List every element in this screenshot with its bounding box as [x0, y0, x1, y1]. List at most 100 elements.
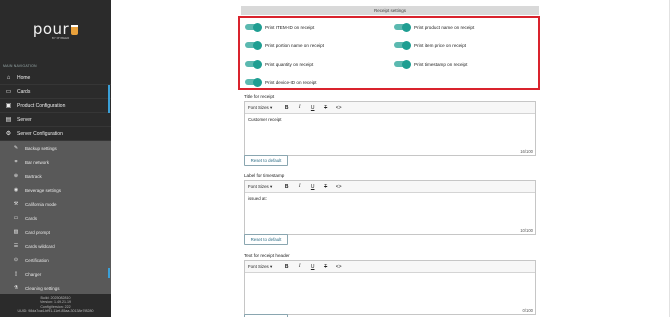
bold-button[interactable]: B: [280, 264, 293, 270]
sidebar-subitem-card-prompt[interactable]: ▨ Card prompt: [0, 225, 111, 239]
sidebar-item-cards[interactable]: ▭ Cards: [0, 85, 111, 99]
sidebar-item-product-configuration[interactable]: ▣ Product Configuration: [0, 99, 111, 113]
toggle-switch[interactable]: [245, 22, 262, 32]
sidebar-subitem-label: Card prompt: [25, 229, 51, 235]
sidebar-subitem-bar-network[interactable]: ⌗ Bar network: [0, 155, 111, 169]
toggle-label: Print portion name on receipt: [265, 42, 324, 48]
sidebar-item-label: Server: [17, 116, 32, 123]
sidebar-item-label: Home: [17, 74, 31, 81]
toggle-row-device-id[interactable]: Print device-ID on receipt: [245, 77, 317, 87]
toggle-row-quantity[interactable]: Print quantity on receipt: [245, 59, 314, 69]
sidebar-subitem-bartrack[interactable]: ⊕ Bartrack: [0, 169, 111, 183]
font-sizes-dropdown[interactable]: Font Sizes ▾: [248, 184, 272, 190]
toggle-row-timestamp[interactable]: Print timestamp on receipt: [394, 59, 468, 69]
toggle-switch[interactable]: [245, 40, 262, 50]
logo-word: pour: [32, 19, 70, 38]
toggle-switch[interactable]: [245, 59, 262, 69]
main-content: Receipt settings Print ITEM-ID on receip…: [111, 0, 670, 317]
home-icon: ⌂: [6, 74, 11, 81]
underline-button[interactable]: U: [306, 264, 319, 270]
sidebar: pour BY MYBEER MAIN NAVIGATION ⌂ Home ▭ …: [0, 0, 111, 317]
charger-icon: ▯: [14, 271, 18, 277]
sidebar-subitem-cards[interactable]: ▭ Cards: [0, 211, 111, 225]
pour-logo[interactable]: pour BY MYBEER: [0, 0, 111, 58]
italic-button[interactable]: I: [293, 184, 306, 189]
sidebar-subitem-label: Bartrack: [25, 173, 42, 179]
toggle-switch[interactable]: [394, 22, 411, 32]
label-for-timestamp-label: Label for timestamp: [244, 173, 285, 178]
sidebar-subitem-label: Backup settings: [25, 145, 57, 151]
italic-button[interactable]: I: [293, 264, 306, 269]
text-for-receipt-header-editor[interactable]: Font Sizes ▾ B I U T <> 0/100: [244, 260, 536, 315]
cleaning-icon: ⚗: [13, 285, 19, 291]
text-for-receipt-header-label: Text for receipt header: [244, 253, 290, 258]
sidebar-subitem-cleaning-settings[interactable]: ⚗ Cleaning settings: [0, 281, 111, 295]
toggle-row-item-id[interactable]: Print ITEM-ID on receipt: [245, 22, 315, 32]
editor-content[interactable]: issued at:: [245, 193, 535, 204]
bold-button[interactable]: B: [280, 184, 293, 190]
card-icon: ▭: [5, 89, 12, 95]
receipt-settings-heading: Receipt settings: [241, 6, 539, 15]
font-sizes-dropdown[interactable]: Font Sizes ▾: [248, 105, 272, 111]
sidebar-subitem-label: Cards: [25, 215, 38, 221]
editor-toolbar: Font Sizes ▾ B I U T <>: [245, 261, 535, 273]
nav-section-label: MAIN NAVIGATION: [3, 64, 37, 68]
sidebar-subitem-beverage-settings[interactable]: ◉ Beverage settings: [0, 183, 111, 197]
toggle-label: Print ITEM-ID on receipt: [265, 24, 315, 30]
editor-content[interactable]: Customer receipt: [245, 114, 535, 125]
toggle-label: Print device-ID on receipt: [265, 79, 317, 85]
toggle-label: Print timestamp on receipt: [414, 61, 468, 67]
bold-button[interactable]: B: [280, 105, 293, 111]
sidebar-item-server-configuration[interactable]: ⚙ Server Configuration: [0, 127, 111, 141]
underline-button[interactable]: U: [306, 105, 319, 111]
font-sizes-dropdown[interactable]: Font Sizes ▾: [248, 264, 272, 270]
toggle-row-portion-name[interactable]: Print portion name on receipt: [245, 40, 324, 50]
toggle-label: Print item price on receipt: [414, 42, 467, 48]
server-configuration-submenu: ✎ Backup settings ⌗ Bar network ⊕ Bartrack …: [0, 141, 111, 294]
prompt-icon: ▨: [13, 229, 19, 235]
editor-toolbar: Font Sizes ▾ B I U T <>: [245, 181, 535, 193]
toggle-row-product-name[interactable]: Print product name on receipt: [394, 22, 474, 32]
sidebar-subitem-california-mode[interactable]: ⚒ California mode: [0, 197, 111, 211]
list-icon: ☰: [13, 243, 19, 249]
code-view-button[interactable]: <>: [332, 264, 345, 270]
network-icon: ⌗: [14, 159, 18, 165]
title-for-receipt-editor[interactable]: Font Sizes ▾ B I U T <> Customer receipt…: [244, 101, 536, 156]
clear-format-button[interactable]: T: [319, 184, 332, 190]
sidebar-subitem-certification[interactable]: ⊙ Certification: [0, 253, 111, 267]
sidebar-subitem-cards-wildcard[interactable]: ☰ Cards wildcard: [0, 239, 111, 253]
gear-icon: ⚙: [5, 131, 12, 137]
sidebar-item-home[interactable]: ⌂ Home: [0, 71, 111, 85]
sidebar-subitem-backup-settings[interactable]: ✎ Backup settings: [0, 141, 111, 155]
sidebar-item-label: Product Configuration: [17, 102, 66, 109]
toggle-label: Print quantity on receipt: [265, 61, 314, 67]
clear-format-button[interactable]: T: [319, 105, 332, 111]
sidebar-subitem-label: California mode: [25, 201, 57, 207]
toggle-switch[interactable]: [394, 40, 411, 50]
editor-content[interactable]: [245, 273, 535, 279]
certification-icon: ⊙: [13, 257, 19, 263]
sidebar-subitem-label: Charger: [25, 271, 42, 277]
italic-button[interactable]: I: [293, 105, 306, 110]
sidebar-item-server[interactable]: ▤ Server: [0, 113, 111, 127]
character-counter: 0/100: [522, 308, 533, 313]
reset-to-default-button[interactable]: Reset to default: [244, 155, 288, 166]
product-icon: ▣: [5, 103, 12, 109]
code-view-button[interactable]: <>: [332, 184, 345, 190]
underline-button[interactable]: U: [306, 184, 319, 190]
toggle-row-item-price[interactable]: Print item price on receipt: [394, 40, 467, 50]
bartrack-icon: ⊕: [13, 173, 19, 179]
label-for-timestamp-editor[interactable]: Font Sizes ▾ B I U T <> issued at: 10/10…: [244, 180, 536, 235]
sidebar-subitem-label: Bar network: [25, 159, 50, 165]
toggle-switch[interactable]: [394, 59, 411, 69]
clear-format-button[interactable]: T: [319, 264, 332, 270]
sidebar-item-label: Cards: [17, 88, 31, 95]
beer-glass-icon: [71, 24, 79, 35]
code-view-button[interactable]: <>: [332, 105, 345, 111]
logo-subtitle: BY MYBEER: [51, 35, 70, 40]
sidebar-subitem-charger[interactable]: ▯ Charger: [0, 267, 111, 281]
reset-to-default-button[interactable]: Reset to default: [244, 234, 288, 245]
server-icon: ▤: [5, 117, 12, 123]
toggle-switch[interactable]: [245, 77, 262, 87]
main-nav: ⌂ Home ▭ Cards ▣ Product Configuration ▤…: [0, 71, 111, 141]
